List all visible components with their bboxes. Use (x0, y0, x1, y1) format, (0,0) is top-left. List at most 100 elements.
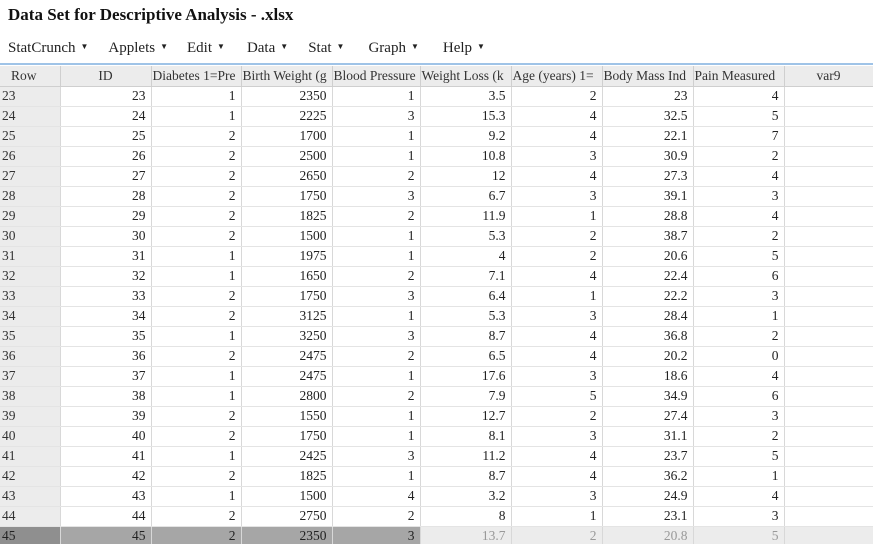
table-cell[interactable]: 1 (151, 366, 242, 387)
table-cell[interactable]: 1750 (241, 186, 333, 207)
table-cell[interactable]: 29 (60, 206, 152, 227)
table-cell[interactable]: 11.2 (420, 446, 512, 467)
table-cell[interactable]: 6.7 (420, 186, 512, 207)
table-cell[interactable]: 6.5 (420, 346, 512, 367)
table-cell[interactable]: 32 (60, 266, 152, 287)
column-header[interactable]: Birth Weight (g (241, 66, 333, 87)
row-number[interactable]: 35 (0, 326, 61, 347)
table-cell[interactable]: 1750 (241, 426, 333, 447)
table-cell[interactable]: 5.3 (420, 306, 512, 327)
row-number[interactable]: 40 (0, 426, 61, 447)
menu-graph[interactable]: Graph ▼ (368, 40, 418, 57)
table-cell[interactable] (784, 346, 873, 367)
table-cell[interactable]: 2225 (241, 106, 333, 127)
row-number[interactable]: 28 (0, 186, 61, 207)
table-cell[interactable]: 1 (332, 466, 421, 487)
table-cell[interactable]: 42 (60, 466, 152, 487)
table-cell[interactable]: 2800 (241, 386, 333, 407)
table-cell[interactable]: 2 (511, 246, 603, 267)
table-cell[interactable]: 18.6 (602, 366, 694, 387)
table-cell[interactable] (784, 466, 873, 487)
table-cell[interactable]: 1 (511, 506, 603, 527)
table-cell[interactable]: 45 (60, 526, 152, 544)
table-cell[interactable]: 3 (693, 286, 785, 307)
table-cell[interactable] (784, 486, 873, 507)
column-header[interactable]: var9 (784, 66, 873, 87)
table-cell[interactable]: 1 (151, 86, 242, 107)
table-cell[interactable]: 1 (332, 306, 421, 327)
column-header[interactable]: ID (60, 66, 152, 87)
table-cell[interactable]: 2 (332, 206, 421, 227)
table-cell[interactable] (784, 266, 873, 287)
table-cell[interactable]: 3 (511, 306, 603, 327)
table-cell[interactable]: 3250 (241, 326, 333, 347)
table-cell[interactable] (784, 366, 873, 387)
table-cell[interactable]: 4 (693, 366, 785, 387)
table-cell[interactable]: 43 (60, 486, 152, 507)
table-cell[interactable]: 2500 (241, 146, 333, 167)
table-cell[interactable]: 5 (693, 106, 785, 127)
table-cell[interactable]: 8.7 (420, 466, 512, 487)
table-cell[interactable]: 2 (332, 166, 421, 187)
table-cell[interactable]: 2 (511, 86, 603, 107)
table-cell[interactable]: 9.2 (420, 126, 512, 147)
table-cell[interactable]: 12 (420, 166, 512, 187)
row-number[interactable]: 37 (0, 366, 61, 387)
table-cell[interactable]: 2 (151, 286, 242, 307)
table-cell[interactable] (784, 166, 873, 187)
table-cell[interactable]: 7.9 (420, 386, 512, 407)
table-cell[interactable]: 3 (332, 106, 421, 127)
table-cell[interactable]: 3 (332, 286, 421, 307)
table-cell[interactable]: 1 (151, 266, 242, 287)
row-number[interactable]: 24 (0, 106, 61, 127)
row-number[interactable]: 30 (0, 226, 61, 247)
table-cell[interactable]: 7 (693, 126, 785, 147)
table-cell[interactable]: 44 (60, 506, 152, 527)
table-cell[interactable]: 7.1 (420, 266, 512, 287)
table-cell[interactable]: 8.1 (420, 426, 512, 447)
table-cell[interactable]: 30.9 (602, 146, 694, 167)
table-cell[interactable] (784, 286, 873, 307)
table-cell[interactable]: 2 (151, 426, 242, 447)
table-cell[interactable]: 28.8 (602, 206, 694, 227)
table-cell[interactable]: 38.7 (602, 226, 694, 247)
table-cell[interactable]: 2 (511, 226, 603, 247)
table-cell[interactable]: 0 (693, 346, 785, 367)
table-cell[interactable]: 1 (693, 306, 785, 327)
table-cell[interactable]: 35 (60, 326, 152, 347)
table-cell[interactable]: 1 (693, 466, 785, 487)
table-cell[interactable] (784, 206, 873, 227)
table-cell[interactable]: 1825 (241, 206, 333, 227)
table-cell[interactable] (784, 186, 873, 207)
row-number[interactable]: 41 (0, 446, 61, 467)
column-header[interactable]: Blood Pressure (332, 66, 421, 87)
table-cell[interactable]: 2 (151, 186, 242, 207)
table-cell[interactable]: 32.5 (602, 106, 694, 127)
table-cell[interactable]: 22.2 (602, 286, 694, 307)
table-cell[interactable] (784, 146, 873, 167)
table-cell[interactable]: 1500 (241, 226, 333, 247)
table-cell[interactable]: 2 (693, 146, 785, 167)
table-cell[interactable]: 27.3 (602, 166, 694, 187)
table-cell[interactable] (784, 306, 873, 327)
table-cell[interactable]: 1650 (241, 266, 333, 287)
menu-edit[interactable]: Edit ▼ (187, 40, 225, 57)
table-cell[interactable]: 39.1 (602, 186, 694, 207)
row-number[interactable]: 26 (0, 146, 61, 167)
table-cell[interactable]: 1 (332, 426, 421, 447)
table-cell[interactable]: 3 (332, 526, 421, 544)
table-cell[interactable]: 3 (693, 506, 785, 527)
table-cell[interactable]: 10.8 (420, 146, 512, 167)
table-cell[interactable]: 3125 (241, 306, 333, 327)
table-cell[interactable]: 3 (511, 146, 603, 167)
table-cell[interactable]: 4 (511, 446, 603, 467)
row-number[interactable]: 25 (0, 126, 61, 147)
table-cell[interactable]: 2 (151, 526, 242, 544)
table-cell[interactable]: 2 (151, 346, 242, 367)
table-cell[interactable]: 5 (511, 386, 603, 407)
table-cell[interactable]: 20.8 (602, 526, 694, 544)
table-cell[interactable]: 1550 (241, 406, 333, 427)
table-cell[interactable]: 34 (60, 306, 152, 327)
menu-help[interactable]: Help ▼ (443, 40, 485, 57)
table-cell[interactable]: 30 (60, 226, 152, 247)
